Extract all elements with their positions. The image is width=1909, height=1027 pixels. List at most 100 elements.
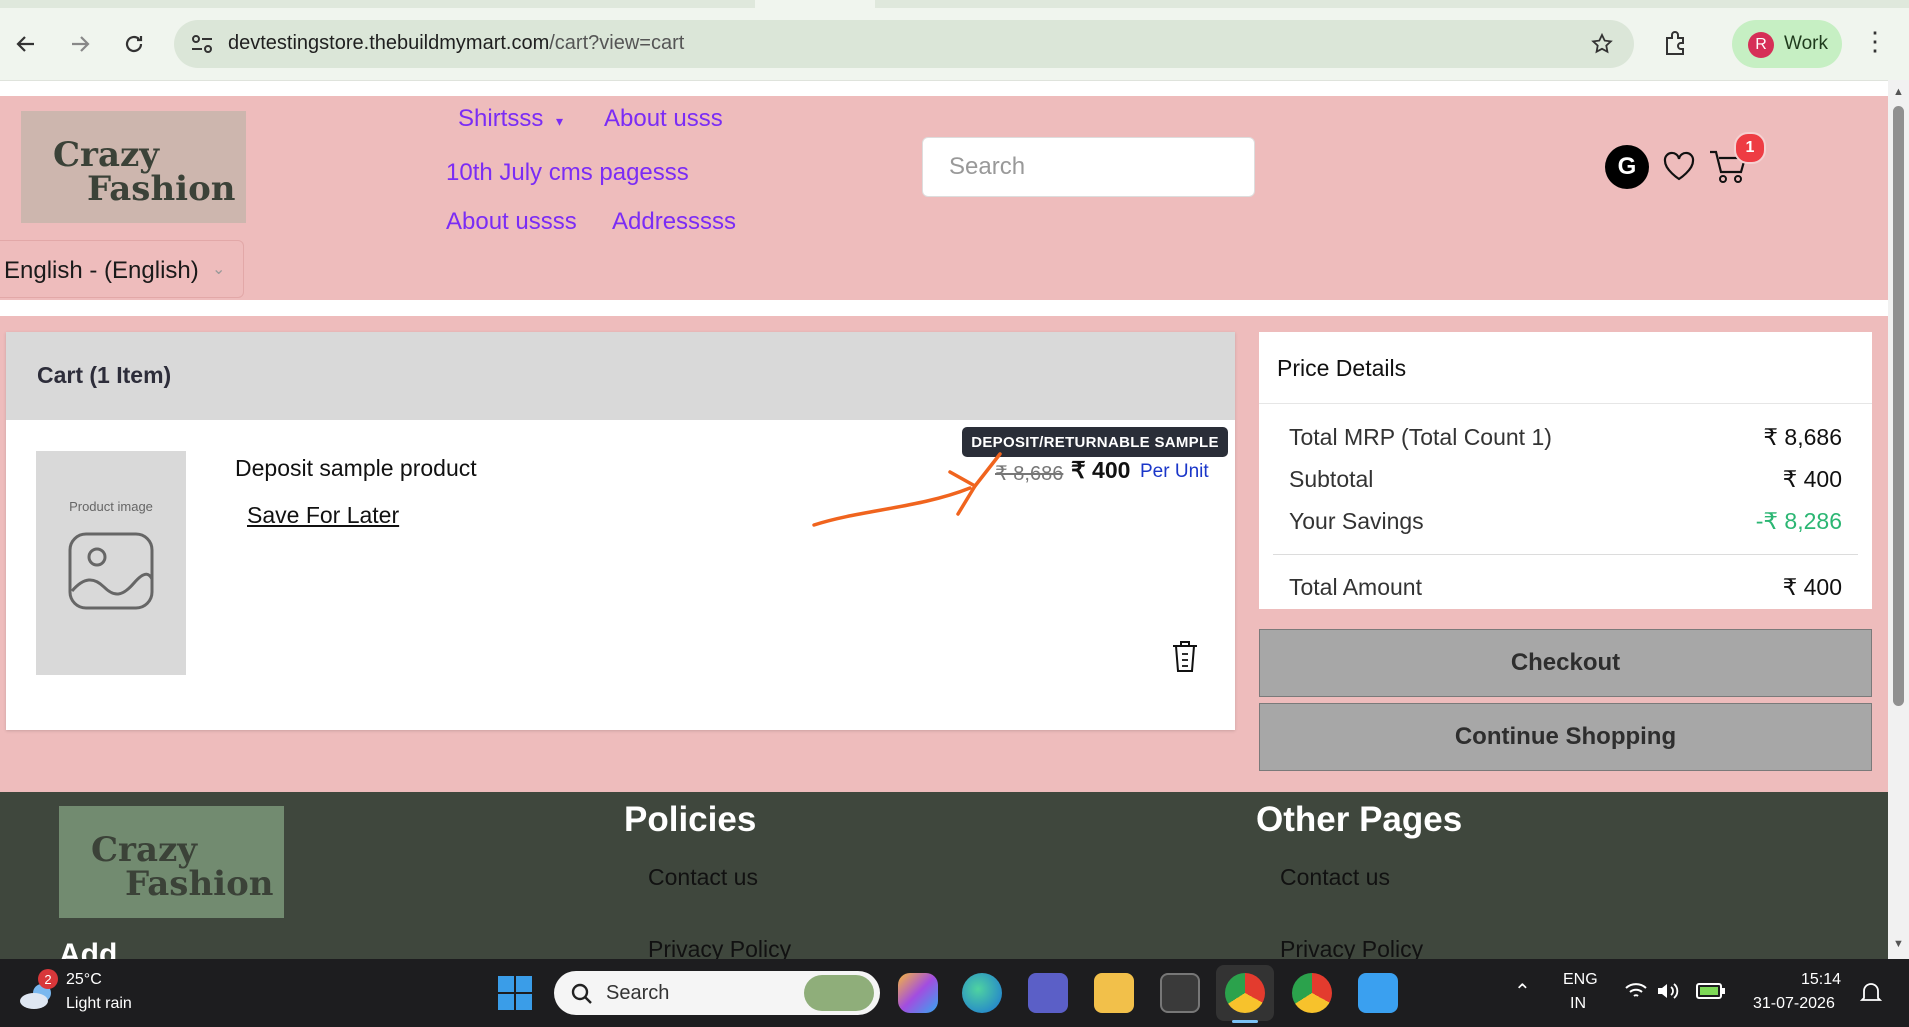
chevron-up-icon[interactable]: ⌃ [1514,979,1531,1004]
price-row-subtotal: Subtotal ₹ 400 [1289,466,1842,493]
store-search[interactable] [922,137,1255,197]
volume-icon[interactable] [1656,981,1680,1001]
browser-menu-icon[interactable]: ⋮ [1862,28,1888,54]
wishlist-heart-icon[interactable] [1662,150,1696,182]
store-logo[interactable]: Crazy Fashion [21,111,246,223]
taskbar-search[interactable]: Search [554,971,880,1015]
footer-policies-heading: Policies [624,800,757,839]
price-row-label: Your Savings [1289,508,1424,534]
tab-strip [0,0,1909,8]
product-price: ₹ 400 [1071,457,1131,483]
teams-icon[interactable] [1028,973,1068,1013]
product-thumbnail[interactable]: Product image [36,451,186,675]
reload-icon[interactable] [116,26,152,62]
total-amount-value: ₹ 400 [1782,574,1842,600]
price-row-value: ₹ 8,686 [1763,424,1842,450]
price-row-label: Total MRP (Total Count 1) [1289,424,1552,450]
footer-link-privacy-other[interactable]: Privacy Policy [1280,936,1423,959]
language-selector[interactable]: English - (English) ⌄ [0,240,244,298]
logo-text-line2: Fashion [87,169,236,209]
annotation-arrow [812,452,1002,527]
footer-address-heading: Add [59,938,118,959]
extensions-puzzle-icon[interactable] [1662,30,1690,58]
footer-link-privacy[interactable]: Privacy Policy [648,936,791,959]
language-indicator[interactable]: ENG [1563,971,1598,989]
profile-button[interactable]: R Work [1732,20,1842,68]
bookmark-star-icon[interactable] [1590,32,1614,56]
cart-count-badge: 1 [1734,132,1766,164]
nav-shirts[interactable]: Shirtsss ▾ [458,105,563,133]
footer-logo-line2: Fashion [125,864,274,904]
clock-time[interactable]: 15:14 [1801,971,1841,989]
save-for-later-link[interactable]: Save For Later [247,502,399,529]
weather-text: Light rain [66,995,132,1012]
active-app-indicator [1232,1020,1258,1023]
url-text: devtestingstore.thebuildmymart.com/cart?… [228,32,685,54]
price-row-value: ₹ 400 [1782,466,1842,492]
price-row-savings: Your Savings -₹ 8,286 [1289,508,1842,535]
price-details-title: Price Details [1277,355,1407,381]
edge-browser-icon[interactable] [962,973,1002,1013]
active-tab[interactable] [755,0,875,8]
user-avatar[interactable]: G [1605,145,1649,189]
back-arrow-icon[interactable] [8,26,44,62]
nav-addresses[interactable]: Addresssss [612,208,736,236]
wifi-icon[interactable] [1624,981,1648,1001]
chrome-profile-icon[interactable] [1292,973,1332,1013]
language-label: English - (English) [4,257,199,284]
scroll-down-icon[interactable]: ▼ [1893,938,1904,950]
file-explorer-icon[interactable] [1094,973,1134,1013]
continue-shopping-button[interactable]: Continue Shopping [1259,703,1872,771]
copilot-icon[interactable] [898,973,938,1013]
product-thumbnail-label: Product image [69,499,153,514]
scroll-up-icon[interactable]: ▲ [1893,86,1904,98]
store-footer: Crazy Fashion Policies Contact us Privac… [0,792,1888,959]
temperature-text: 25°C [66,971,102,988]
footer-other-pages-heading: Other Pages [1256,800,1463,839]
search-highlight-image [804,975,874,1011]
nav-cms-pages[interactable]: 10th July cms pagesss [446,159,689,187]
notification-bell-icon[interactable] [1860,981,1882,1005]
search-input[interactable] [947,152,1251,182]
notepad-icon[interactable] [1358,973,1398,1013]
chrome-icon[interactable] [1225,973,1265,1013]
total-amount-label: Total Amount [1289,574,1422,600]
nav-about-ussss[interactable]: About ussss [446,208,577,236]
taskbar-search-label: Search [606,982,670,1004]
image-placeholder-icon [68,532,154,610]
savings-value: -₹ 8,286 [1755,508,1842,534]
app-cube-icon[interactable] [1160,973,1200,1013]
region-indicator: IN [1570,995,1586,1012]
nav-shirts-label: Shirtsss [458,105,544,132]
site-info-icon[interactable] [190,34,214,54]
checkout-button[interactable]: Checkout [1259,629,1872,697]
product-name[interactable]: Deposit sample product [235,455,477,482]
nav-about-usss[interactable]: About usss [604,105,723,133]
profile-label: Work [1784,33,1828,54]
price-row-label: Subtotal [1289,466,1374,492]
chevron-down-icon: ▾ [556,113,564,129]
battery-icon[interactable] [1696,981,1726,1001]
price-row-total-mrp: Total MRP (Total Count 1) ₹ 8,686 [1289,424,1842,451]
clock-date: 31-07-2026 [1753,995,1835,1012]
search-icon [571,983,592,1004]
footer-link-contact-other[interactable]: Contact us [1280,864,1390,891]
address-bar[interactable]: devtestingstore.thebuildmymart.com/cart?… [174,20,1634,68]
windows-start-icon[interactable] [497,975,533,1011]
footer-link-contact[interactable]: Contact us [648,864,758,891]
cart-panel: Cart (1 Item) [6,332,1235,730]
store-header [0,96,1888,300]
os-taskbar: 2 25°C Light rain Search ⌃ ENG IN 15:14 … [0,959,1909,1027]
cart-header: Cart (1 Item) [6,332,1235,420]
forward-arrow-icon[interactable] [62,26,98,62]
page-scrollbar[interactable]: ▲ ▼ [1888,80,1909,959]
delete-trash-icon[interactable] [1170,638,1200,674]
footer-logo[interactable]: Crazy Fashion [59,806,284,918]
divider [1273,554,1858,555]
scrollbar-thumb[interactable] [1893,106,1904,706]
price-details-panel: Price Details Total MRP (Total Count 1) … [1259,332,1872,609]
weather-alert-badge: 2 [38,969,58,989]
price-row-total-amount: Total Amount ₹ 400 [1289,574,1842,601]
cart-title: Cart (1 Item) [37,362,172,388]
chevron-down-icon: ⌄ [212,261,226,278]
